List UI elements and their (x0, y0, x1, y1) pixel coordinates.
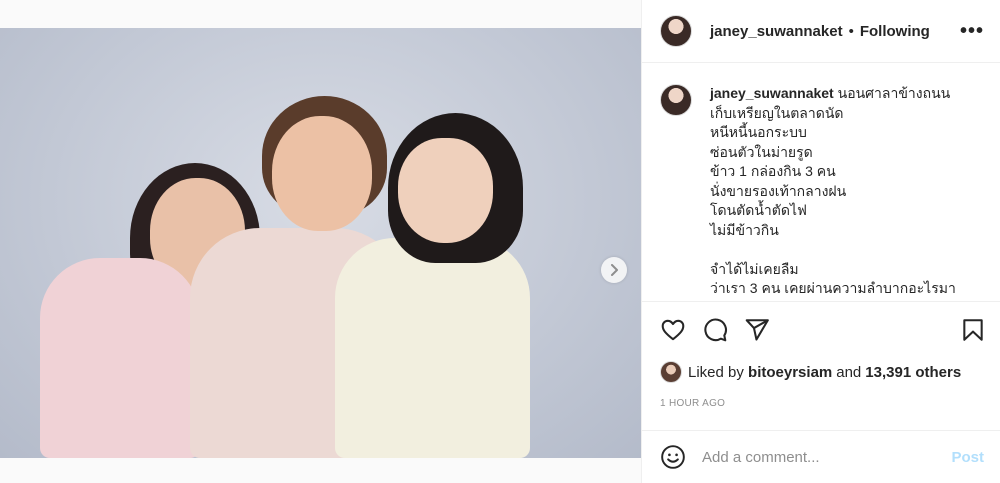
caption-line-8 (710, 240, 956, 260)
liker-username[interactable]: bitoeyrsiam (748, 364, 832, 381)
post-comment-button[interactable]: Post (951, 449, 984, 466)
likes-others-link[interactable]: 13,391 others (865, 364, 961, 381)
comment-icon[interactable] (702, 317, 728, 343)
right-person-face (398, 138, 493, 243)
share-icon[interactable] (744, 317, 770, 343)
comment-bar: Post (642, 430, 1000, 483)
likes-prefix: Liked by (688, 363, 744, 381)
post-photo[interactable] (0, 28, 641, 458)
heart-icon[interactable] (660, 317, 686, 343)
emoji-icon[interactable] (660, 444, 686, 470)
left-person-dress (40, 258, 200, 458)
caption-line-9: จำได้ไม่เคยลืม (710, 260, 799, 277)
caption-line-5: นั่งขายรองเท้ากลางฝน (710, 182, 847, 199)
caption-line-3: ซ่อนตัวในม่ายรูด (710, 143, 813, 160)
caption-line-10: ว่าเรา 3 คน เคยผ่านความลำบากอะไรมา (710, 280, 956, 296)
action-bar (642, 301, 1000, 358)
author-avatar[interactable] (660, 15, 692, 47)
caption-line-0: นอนศาลาข้างถนน (837, 85, 951, 101)
bookmark-icon[interactable] (960, 317, 986, 343)
header-separator: • (848, 22, 854, 40)
liker-avatar[interactable] (660, 361, 682, 383)
follow-status-button[interactable]: Following (860, 23, 930, 40)
caption-line-6: โดนตัดน้ำตัดไฟ (710, 202, 807, 218)
post-side-panel: janey_suwannaket • Following ••• janey_s… (641, 0, 1000, 483)
caption-section: janey_suwannaket นอนศาลาข้างถนน เก็บเหรี… (642, 64, 1000, 300)
right-person-dress (335, 238, 530, 458)
likes-and: and (836, 363, 862, 381)
post-timestamp[interactable]: 1 HOUR AGO (660, 398, 725, 409)
caption-text: janey_suwannaket นอนศาลาข้างถนน เก็บเหรี… (710, 84, 956, 300)
likes-summary: Liked by bitoeyrsiam and 13,391 others (660, 361, 961, 383)
caption-line-7: ไม่มีข้าวกิน (710, 221, 779, 238)
caption-line-1: เก็บเหรียญในตลาดนัด (710, 104, 844, 121)
author-username[interactable]: janey_suwannaket (710, 23, 843, 40)
post-header: janey_suwannaket • Following ••• (642, 0, 1000, 63)
caption-line-4: ข้าว 1 กล่องกิน 3 คน (710, 163, 836, 179)
middle-person-face (272, 116, 372, 231)
caption-line: janey_suwannaket นอนศาลาข้างถนน (710, 84, 956, 104)
chevron-right-icon (611, 264, 618, 276)
comment-input[interactable] (702, 448, 952, 466)
caption-username[interactable]: janey_suwannaket (710, 85, 834, 101)
more-options-button[interactable]: ••• (960, 20, 984, 43)
caption-line-2: หนีหนี้นอกระบบ (710, 124, 807, 140)
next-photo-button[interactable] (601, 257, 627, 283)
caption-author-avatar[interactable] (660, 84, 692, 116)
